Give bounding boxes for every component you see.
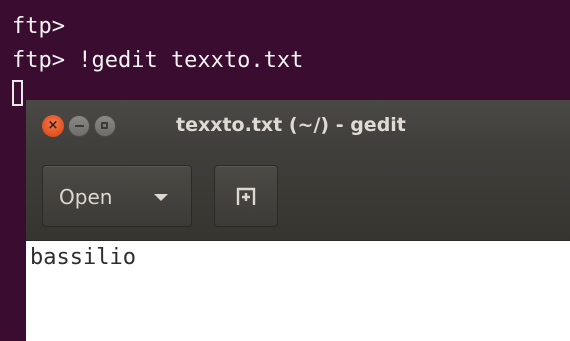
terminal-line: ftp> !gedit texxto.txt <box>12 48 304 73</box>
gedit-window[interactable]: × texxto.txt (~/) - gedit Open bassilio <box>26 100 570 341</box>
window-titlebar[interactable]: × texxto.txt (~/) - gedit <box>26 100 570 156</box>
toolbar: Open <box>26 156 570 241</box>
open-button[interactable]: Open <box>42 165 192 227</box>
minimize-window-button[interactable] <box>68 115 90 137</box>
maximize-window-button[interactable] <box>94 115 116 137</box>
chevron-down-icon <box>154 194 168 201</box>
text-editor-area[interactable]: bassilio <box>26 241 570 341</box>
close-window-button[interactable]: × <box>42 115 64 137</box>
terminal-cursor <box>12 80 23 106</box>
window-title: texxto.txt (~/) - gedit <box>176 114 406 136</box>
new-tab-icon <box>236 187 256 205</box>
open-button-label: Open <box>59 185 113 209</box>
new-document-button[interactable] <box>214 165 278 227</box>
terminal-line: ftp> <box>12 14 65 39</box>
terminal-partial-line <box>12 0 436 14</box>
editor-content: bassilio <box>30 245 136 270</box>
